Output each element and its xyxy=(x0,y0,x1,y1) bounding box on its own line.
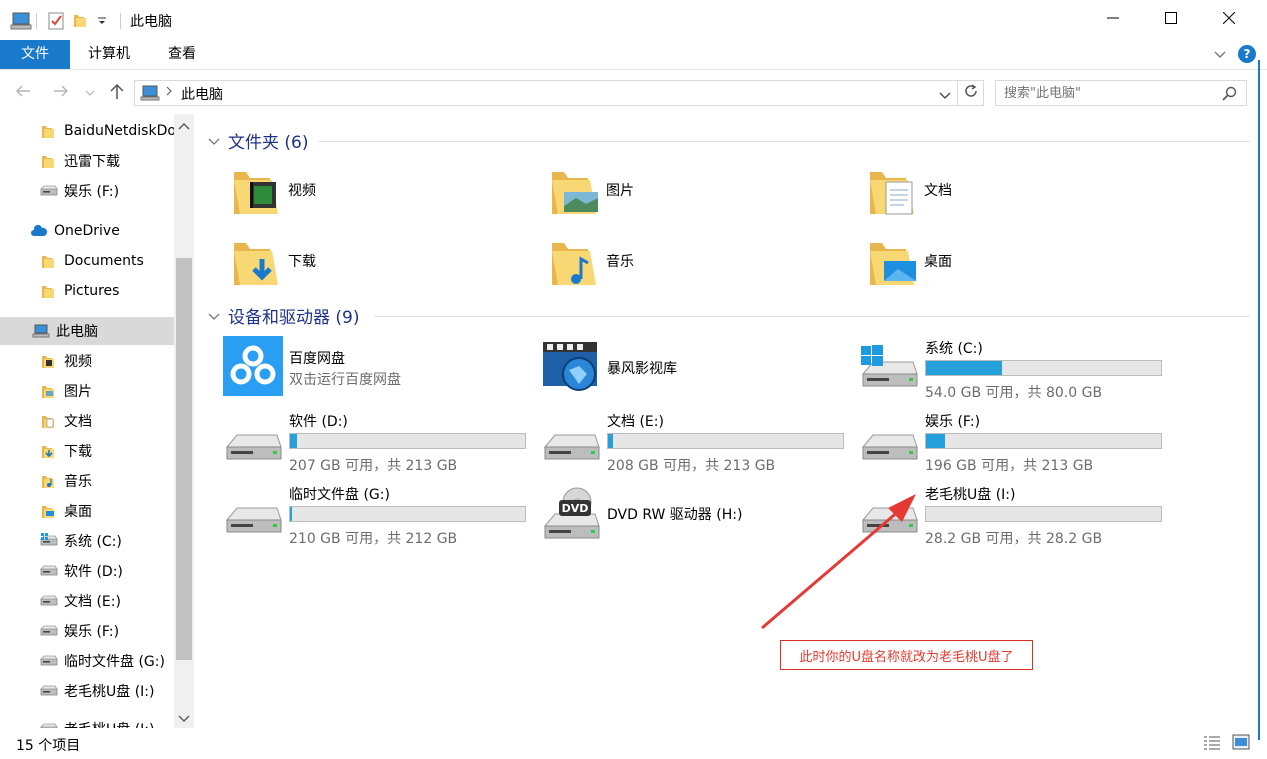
details-view-icon[interactable] xyxy=(1203,735,1221,755)
annotation-note: 此时你的U盘名称就改为老毛桃U盘了 xyxy=(780,640,1033,670)
annotation-arrow xyxy=(761,494,916,630)
large-icons-view-icon[interactable] xyxy=(1232,734,1250,754)
item-count: 15 个项目 xyxy=(16,738,81,754)
status-bar: 15 个项目 xyxy=(0,728,1267,759)
window-edge xyxy=(1258,60,1260,740)
